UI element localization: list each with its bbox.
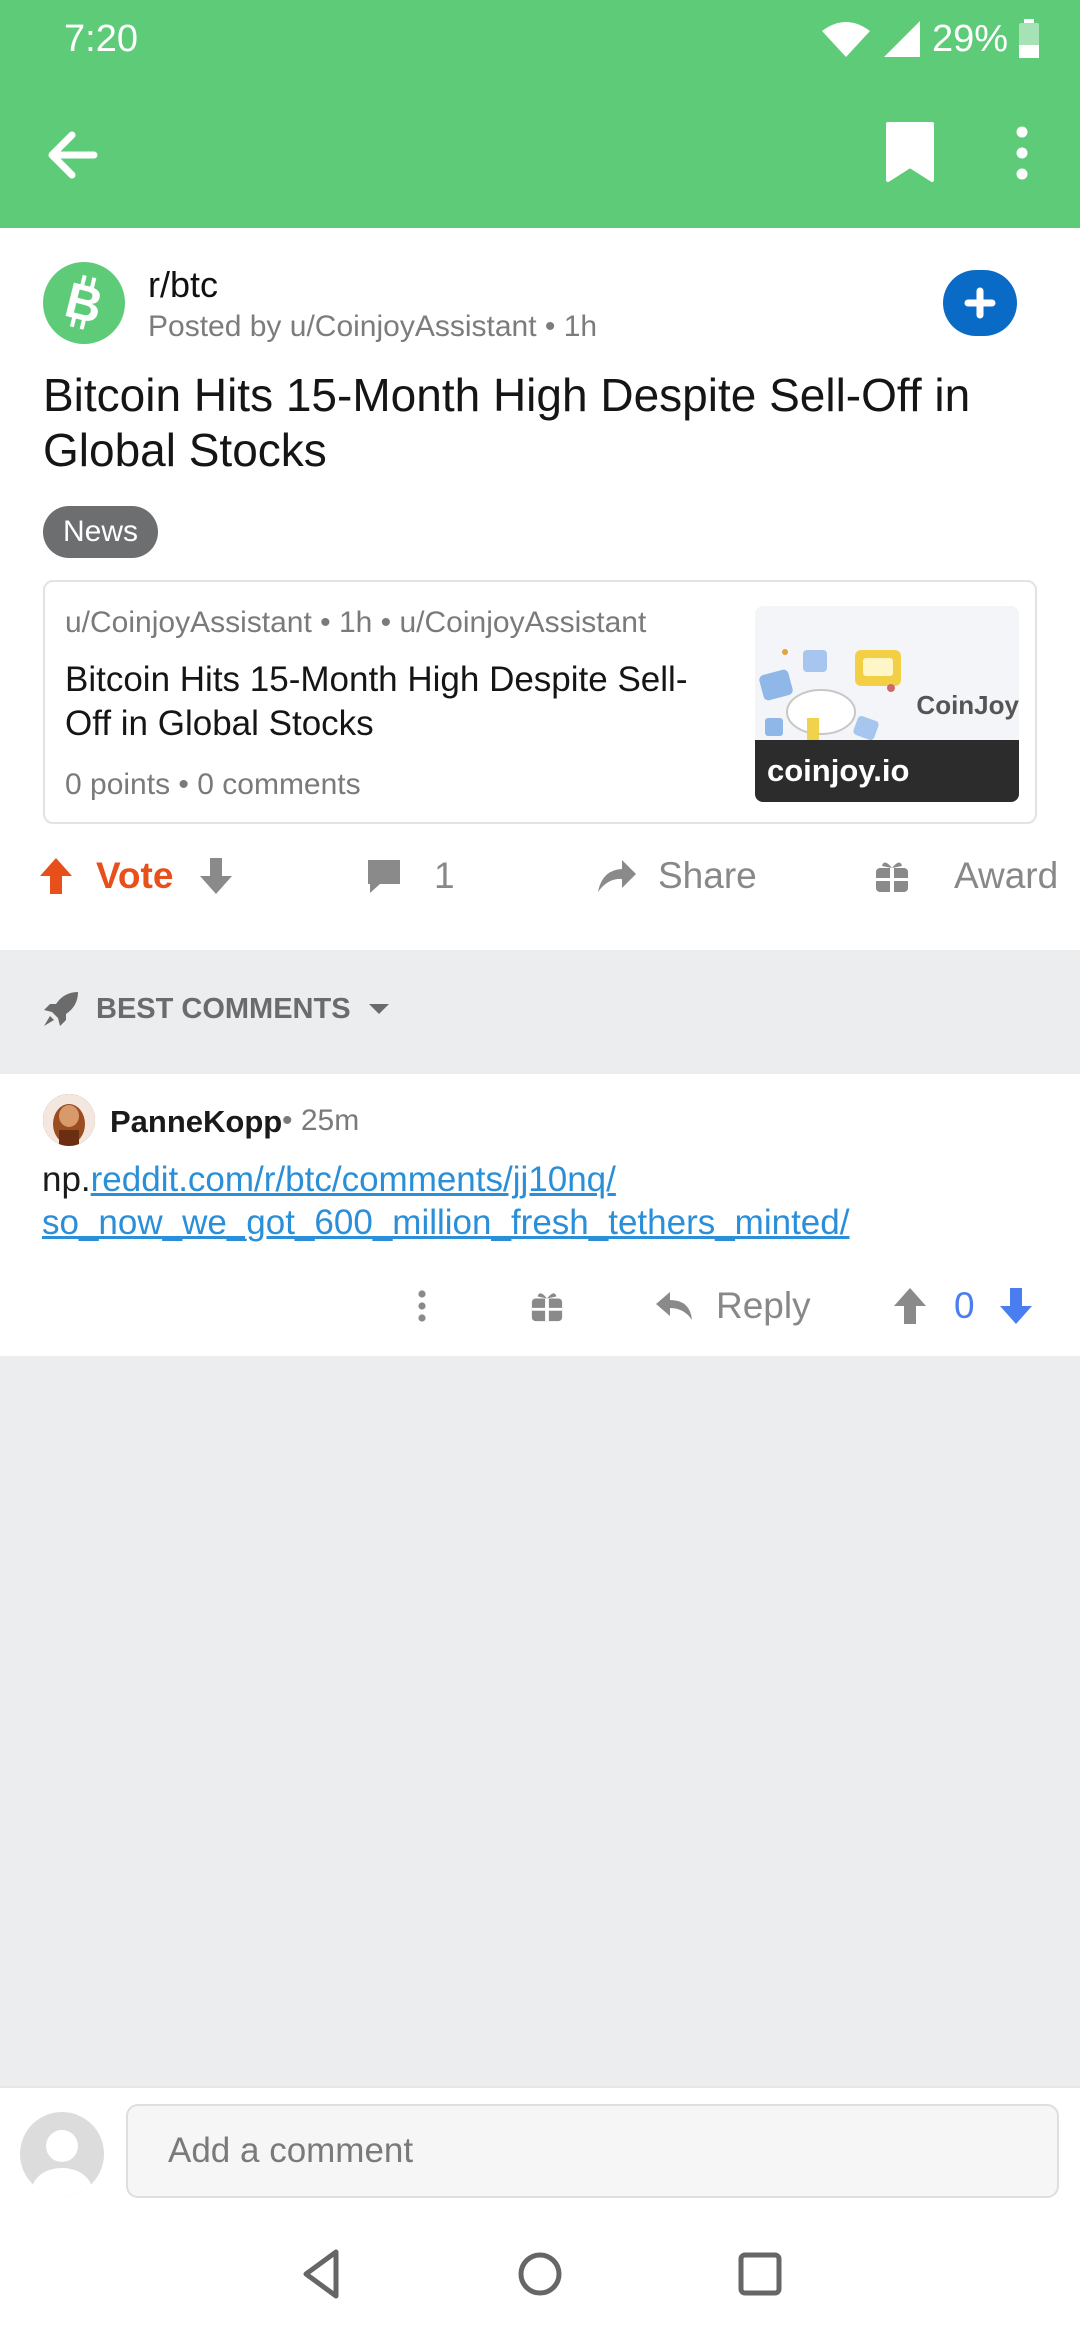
reply-arrow-icon <box>656 1292 692 1320</box>
link-card-meta: u/CoinjoyAssistant • 1h • u/CoinjoyAssis… <box>65 606 647 639</box>
award-button[interactable]: Award <box>874 846 1058 906</box>
rocket-icon <box>44 992 78 1026</box>
post-card: B r/btc Posted by u/CoinjoyAssistant • 1… <box>0 228 1080 950</box>
battery-icon <box>1019 19 1039 58</box>
system-nav-bar <box>0 2204 1080 2340</box>
status-time: 7:20 <box>64 18 138 60</box>
comment-composer <box>0 2086 1080 2204</box>
triangle-back-icon <box>303 2249 339 2299</box>
flair-badge: News <box>43 506 159 558</box>
wifi-icon <box>821 22 870 57</box>
post-meta: Posted by u/CoinjoyAssistant • 1h <box>148 310 598 343</box>
comment-time: • 25m <box>282 1104 360 1137</box>
comment-award-button[interactable] <box>530 1274 564 1338</box>
arrow-left-icon <box>48 131 98 179</box>
comment-bubble-icon <box>368 860 400 893</box>
more-vertical-icon <box>1016 126 1028 180</box>
comment-score-value: 0 <box>954 1285 975 1326</box>
comment-link-line2: so_now_we_got_600_million_fresh_tethers_… <box>42 1203 850 1242</box>
comment-action-bar: Reply 0 <box>0 1274 1080 1338</box>
square-recents-icon <box>738 2252 782 2296</box>
bitcoin-icon: B <box>60 271 109 334</box>
comment-link[interactable]: reddit.com/r/btc/comments/jj10nq/so_now_… <box>42 1160 849 1242</box>
subreddit-name[interactable]: r/btc <box>148 264 218 306</box>
post-action-bar: Vote 1 Share Award <box>0 846 1080 906</box>
signal-icon <box>883 21 920 57</box>
vote-label: Vote <box>96 846 173 906</box>
downvote-arrow-icon <box>200 858 232 894</box>
share-label: Share <box>658 855 757 896</box>
gift-icon <box>876 862 908 892</box>
link-card-stats: 0 points • 0 comments <box>65 768 361 801</box>
app-bar: 7:20 29% <box>0 0 1080 228</box>
comment-downvote-button[interactable] <box>996 1274 1036 1338</box>
link-thumbnail[interactable]: CoinJoy coinjoy.io <box>755 606 1019 802</box>
upvote-arrow-icon <box>894 1288 926 1324</box>
comment-body-prefix: np. <box>42 1160 91 1199</box>
more-options-button[interactable] <box>1000 118 1044 188</box>
subreddit-avatar[interactable]: B <box>43 262 125 344</box>
share-arrow-icon <box>598 860 636 892</box>
circle-home-icon <box>518 2252 562 2296</box>
comments-button[interactable]: 1 <box>364 846 455 906</box>
downvote-arrow-icon <box>1000 1288 1032 1324</box>
bookmark-icon <box>886 122 934 182</box>
comment-count: 1 <box>434 855 455 896</box>
back-button[interactable] <box>40 122 106 188</box>
award-label: Award <box>954 855 1059 896</box>
nav-home-button[interactable] <box>510 2244 570 2304</box>
comment-sort-bar: BEST COMMENTS <box>0 950 1080 1074</box>
reply-label: Reply <box>716 1285 811 1326</box>
link-preview-card[interactable]: u/CoinjoyAssistant • 1h • u/CoinjoyAssis… <box>43 580 1037 824</box>
plus-icon <box>964 287 996 319</box>
upvote-button[interactable] <box>36 846 76 906</box>
comment-item: PanneKopp • 25m np.reddit.com/r/btc/comm… <box>0 1074 1080 1356</box>
downvote-button[interactable] <box>196 846 236 906</box>
comment-body: np.reddit.com/r/btc/comments/jj10nq/so_n… <box>42 1158 1042 1244</box>
sort-label: BEST COMMENTS <box>96 992 351 1025</box>
nav-recents-button[interactable] <box>730 2244 790 2304</box>
status-icons: 29% <box>820 16 1040 62</box>
gift-icon <box>531 1293 563 1322</box>
caret-down-icon <box>368 1004 389 1014</box>
reply-button[interactable]: Reply <box>654 1274 811 1338</box>
upvote-arrow-icon <box>40 858 72 894</box>
comment-input[interactable] <box>126 2104 1059 2198</box>
link-domain: coinjoy.io <box>755 740 1019 802</box>
user-avatar[interactable] <box>20 2112 104 2196</box>
vote-label-text: Vote <box>96 855 174 896</box>
share-button[interactable]: Share <box>594 846 757 906</box>
join-button[interactable] <box>943 270 1017 336</box>
comment-score: 0 <box>954 1274 975 1338</box>
thumbnail-brand: CoinJoy <box>916 690 1019 720</box>
battery-percent: 29% <box>931 17 1008 60</box>
commenter-avatar[interactable] <box>43 1094 95 1146</box>
link-card-title: Bitcoin Hits 15-Month High Despite Sell-… <box>65 660 688 743</box>
comment-more-button[interactable] <box>404 1274 440 1338</box>
user-placeholder-icon <box>32 2130 92 2196</box>
comment-link-line1: reddit.com/r/btc/comments/jj10nq/ <box>90 1160 616 1199</box>
comment-upvote-button[interactable] <box>890 1274 930 1338</box>
nav-back-button[interactable] <box>292 2244 352 2304</box>
bookmark-button[interactable] <box>880 118 940 188</box>
avatar-image <box>43 1094 95 1146</box>
more-vertical-icon <box>418 1290 426 1322</box>
comment-author[interactable]: PanneKopp <box>110 1104 282 1140</box>
post-title: Bitcoin Hits 15-Month High Despite Sell-… <box>43 369 971 476</box>
sort-dropdown[interactable]: BEST COMMENTS <box>42 990 391 1028</box>
